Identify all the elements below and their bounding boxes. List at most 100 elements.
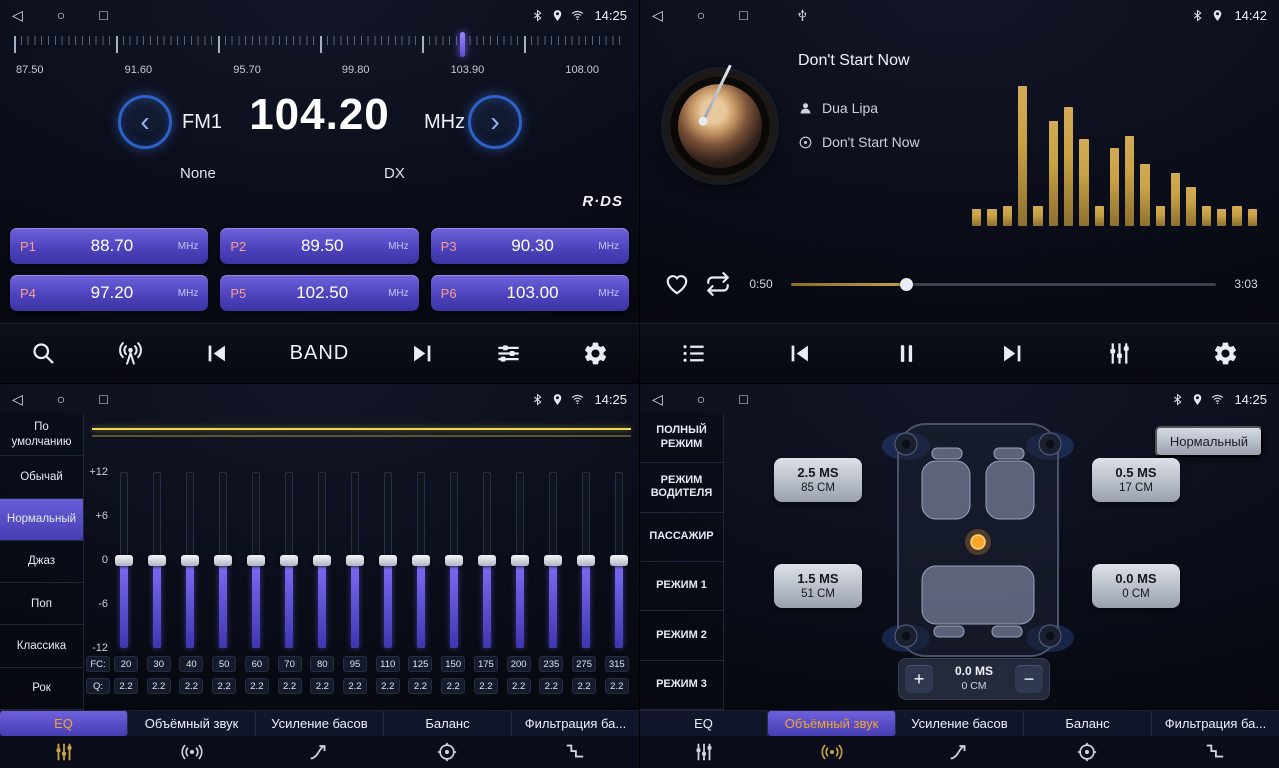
filter-icon[interactable]: [511, 736, 639, 768]
eq-preset-item[interactable]: Обычай: [0, 456, 83, 498]
eq-icon[interactable]: [0, 736, 128, 768]
repeat-icon[interactable]: [705, 271, 731, 297]
next-track-button[interactable]: [993, 334, 1033, 374]
sound-mode-item[interactable]: РЕЖИМ 1: [640, 562, 723, 611]
slider-handle[interactable]: [511, 555, 529, 566]
surround-icon[interactable]: [768, 736, 896, 768]
home-icon[interactable]: ○: [57, 8, 65, 22]
slider-handle[interactable]: [313, 555, 331, 566]
sound-mode-item[interactable]: РЕЖИМ 3: [640, 661, 723, 710]
back-icon[interactable]: ◁: [12, 8, 23, 22]
slider-handle[interactable]: [577, 555, 595, 566]
tab-balance[interactable]: Баланс: [1024, 711, 1152, 736]
tab-eq[interactable]: EQ: [640, 711, 768, 736]
tune-up-button[interactable]: ›: [468, 95, 522, 149]
front-right-delay[interactable]: 0.5 MS 17 CM: [1092, 458, 1180, 502]
sound-mode-item[interactable]: ПОЛНЫЙ РЕЖИМ: [640, 414, 723, 463]
tab-filter[interactable]: Фильтрация ба...: [512, 711, 639, 736]
frequency-ruler[interactable]: [14, 36, 625, 54]
home-icon[interactable]: ○: [697, 8, 705, 22]
slider-handle[interactable]: [148, 555, 166, 566]
recents-icon[interactable]: □: [99, 8, 107, 22]
increase-delay-button[interactable]: +: [905, 665, 933, 693]
tab-eq[interactable]: EQ: [0, 711, 128, 736]
eq-band-slider[interactable]: [411, 472, 431, 648]
broadcast-icon[interactable]: [110, 334, 150, 374]
preset-button[interactable]: P390.30MHz: [431, 228, 629, 264]
filter-icon[interactable]: [1151, 736, 1279, 768]
slider-handle[interactable]: [214, 555, 232, 566]
slider-handle[interactable]: [280, 555, 298, 566]
next-station-button[interactable]: [402, 334, 442, 374]
home-icon[interactable]: ○: [57, 392, 65, 406]
preset-button[interactable]: P289.50MHz: [220, 228, 418, 264]
search-icon[interactable]: [23, 334, 63, 374]
progress-slider[interactable]: [791, 277, 1216, 291]
tab-filter[interactable]: Фильтрация ба...: [1152, 711, 1279, 736]
progress-knob[interactable]: [900, 278, 913, 291]
slider-handle[interactable]: [478, 555, 496, 566]
eq-preset-item[interactable]: По умолчанию: [0, 414, 83, 456]
bass-boost-icon[interactable]: [896, 736, 1024, 768]
eq-preset-item[interactable]: Джаз: [0, 541, 83, 583]
slider-handle[interactable]: [445, 555, 463, 566]
rear-left-delay[interactable]: 1.5 MS 51 CM: [774, 564, 862, 608]
back-icon[interactable]: ◁: [652, 8, 663, 22]
eq-band-slider[interactable]: [147, 472, 167, 648]
eq-band-slider[interactable]: [477, 472, 497, 648]
previous-station-button[interactable]: [197, 334, 237, 374]
balance-icon[interactable]: [383, 736, 511, 768]
slider-handle[interactable]: [115, 555, 133, 566]
slider-handle[interactable]: [247, 555, 265, 566]
sound-mode-item[interactable]: ПАССАЖИР: [640, 513, 723, 562]
preset-button[interactable]: P6103.00MHz: [431, 275, 629, 311]
home-icon[interactable]: ○: [697, 392, 705, 406]
preset-button[interactable]: P188.70MHz: [10, 228, 208, 264]
playlist-icon[interactable]: [673, 334, 713, 374]
balance-icon[interactable]: [1023, 736, 1151, 768]
eq-band-slider[interactable]: [114, 472, 134, 648]
decrease-delay-button[interactable]: −: [1015, 665, 1043, 693]
eq-preset-item[interactable]: Классика: [0, 625, 83, 667]
eq-band-slider[interactable]: [279, 472, 299, 648]
rear-right-delay[interactable]: 0.0 MS 0 CM: [1092, 564, 1180, 608]
settings-gear-icon[interactable]: [576, 334, 616, 374]
eq-band-slider[interactable]: [543, 472, 563, 648]
eq-band-slider[interactable]: [444, 472, 464, 648]
pause-button[interactable]: [886, 334, 926, 374]
eq-preset-item[interactable]: Поп: [0, 583, 83, 625]
eq-band-slider[interactable]: [576, 472, 596, 648]
audio-settings-icon[interactable]: [489, 334, 529, 374]
eq-band-slider[interactable]: [246, 472, 266, 648]
eq-band-slider[interactable]: [345, 472, 365, 648]
bass-boost-icon[interactable]: [256, 736, 384, 768]
profile-button[interactable]: Нормальный: [1155, 426, 1263, 457]
tuning-pointer[interactable]: [460, 32, 465, 57]
eq-band-slider[interactable]: [609, 472, 629, 648]
sound-mode-item[interactable]: РЕЖИМ 2: [640, 611, 723, 660]
tab-bass-boost[interactable]: Усиление басов: [256, 711, 384, 736]
front-left-delay[interactable]: 2.5 MS 85 CM: [774, 458, 862, 502]
eq-icon[interactable]: [640, 736, 768, 768]
previous-track-button[interactable]: [780, 334, 820, 374]
slider-handle[interactable]: [346, 555, 364, 566]
eq-preset-item[interactable]: Нормальный: [0, 499, 83, 541]
eq-preset-item[interactable]: Рок: [0, 668, 83, 710]
back-icon[interactable]: ◁: [12, 392, 23, 406]
tab-surround[interactable]: Объёмный звук: [768, 711, 896, 736]
slider-handle[interactable]: [412, 555, 430, 566]
recents-icon[interactable]: □: [99, 392, 107, 406]
surround-icon[interactable]: [128, 736, 256, 768]
eq-band-slider[interactable]: [378, 472, 398, 648]
sound-mode-item[interactable]: РЕЖИМ ВОДИТЕЛЯ: [640, 463, 723, 512]
eq-band-slider[interactable]: [180, 472, 200, 648]
equalizer-icon[interactable]: [1099, 334, 1139, 374]
slider-handle[interactable]: [544, 555, 562, 566]
eq-band-slider[interactable]: [213, 472, 233, 648]
eq-band-slider[interactable]: [510, 472, 530, 648]
band-button[interactable]: BAND: [284, 334, 356, 374]
recents-icon[interactable]: □: [739, 392, 747, 406]
favorite-icon[interactable]: [664, 271, 690, 297]
tab-balance[interactable]: Баланс: [384, 711, 512, 736]
settings-gear-icon[interactable]: [1206, 334, 1246, 374]
